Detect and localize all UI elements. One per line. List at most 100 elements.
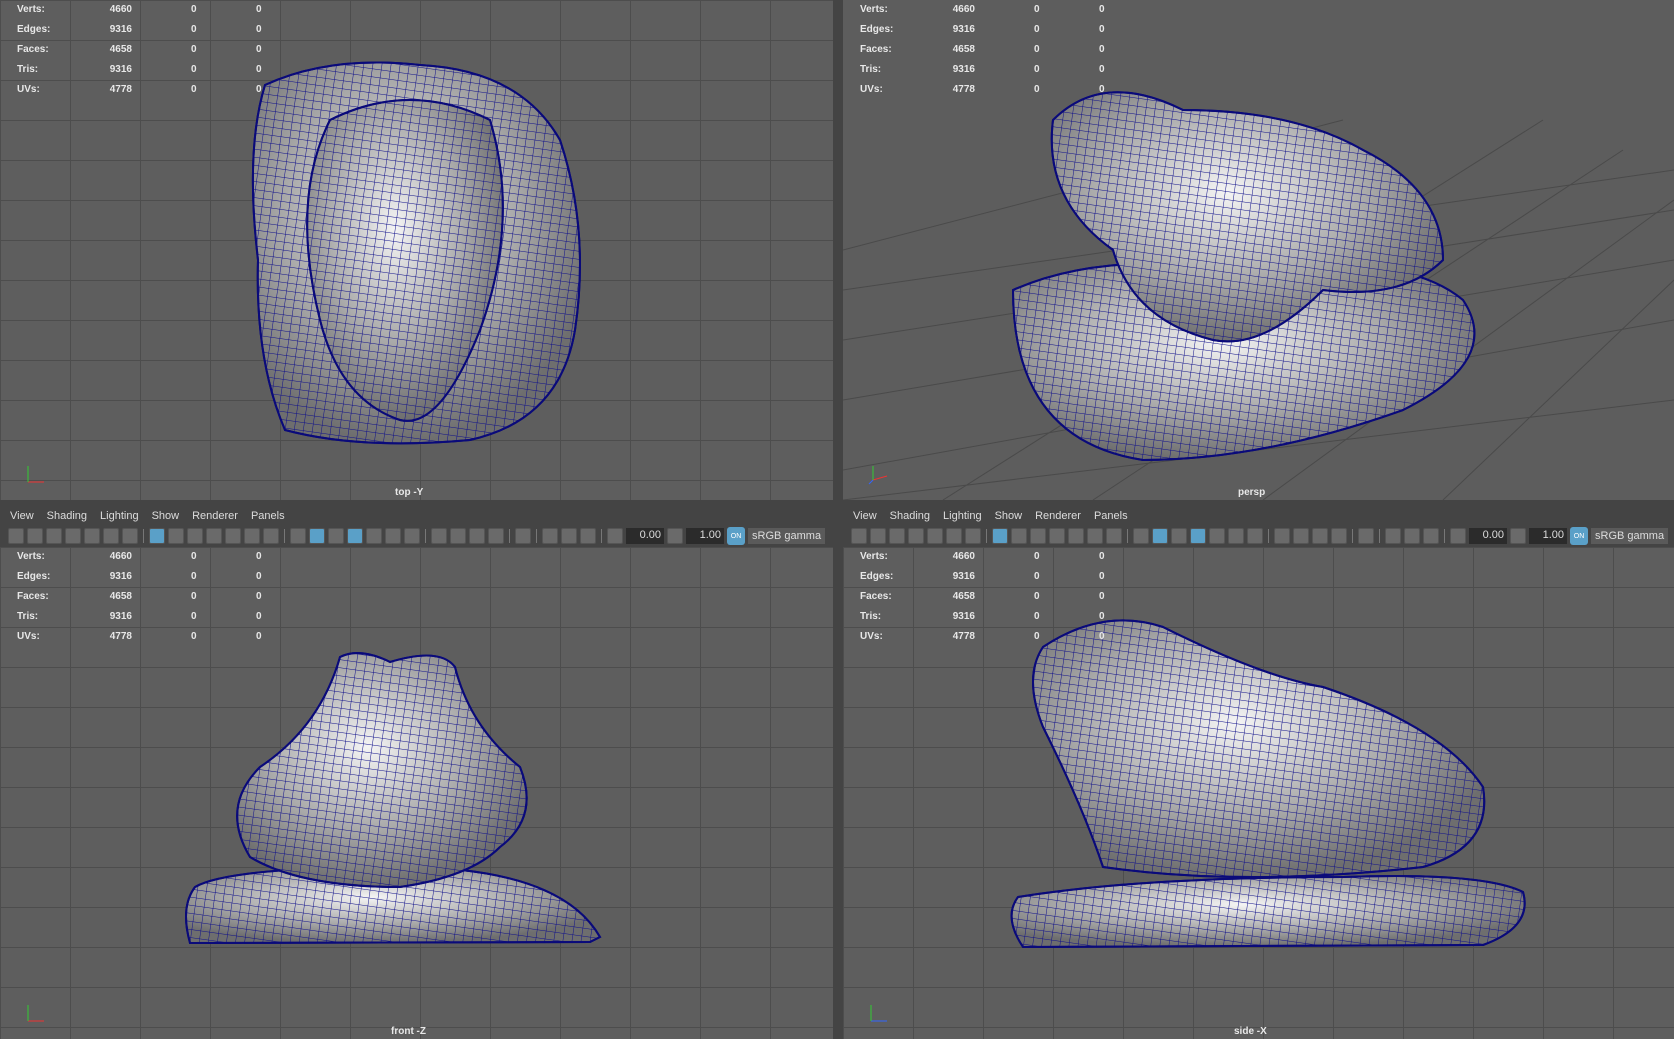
safe-title-icon[interactable] bbox=[1106, 528, 1122, 544]
menu-shading[interactable]: Shading bbox=[890, 510, 930, 522]
grid-icon[interactable] bbox=[149, 528, 165, 544]
wireframe-on-shaded-icon[interactable] bbox=[1190, 528, 1206, 544]
smooth-shade-icon[interactable] bbox=[1152, 528, 1168, 544]
image-plane-icon[interactable] bbox=[84, 528, 100, 544]
viewport-front[interactable]: Verts: 4660 0 0 Edges: 9316 0 0 Faces: 4658 0 0 Tris… bbox=[0, 547, 833, 1039]
depth-of-field-icon[interactable] bbox=[1331, 528, 1347, 544]
flat-shade-icon[interactable] bbox=[1171, 528, 1187, 544]
wireframe-icon[interactable] bbox=[1133, 528, 1149, 544]
gamma-icon[interactable] bbox=[1510, 528, 1526, 544]
viewport-top[interactable]: Verts: 4660 0 0 Edges: 9316 0 0 Faces: 4658 0 0 Tris… bbox=[0, 0, 833, 500]
isolate-select-icon[interactable] bbox=[515, 528, 531, 544]
resolution-gate-icon[interactable] bbox=[187, 528, 203, 544]
menu-renderer[interactable]: Renderer bbox=[192, 510, 238, 522]
depth-of-field-icon[interactable] bbox=[488, 528, 504, 544]
2d-pan-icon[interactable] bbox=[103, 528, 119, 544]
shadows-icon[interactable] bbox=[404, 528, 420, 544]
stat-a: 0 bbox=[1034, 24, 1040, 35]
viewport-label: front -Z bbox=[391, 1026, 426, 1037]
safe-title-icon[interactable] bbox=[263, 528, 279, 544]
xray-active-icon[interactable] bbox=[561, 528, 577, 544]
safe-action-icon[interactable] bbox=[244, 528, 260, 544]
camera-attr-icon[interactable] bbox=[889, 528, 905, 544]
color-space-dropdown[interactable]: sRGB gamma bbox=[748, 528, 826, 544]
stat-row: Tris: 9316 0 0 bbox=[0, 60, 270, 80]
menu-panels[interactable]: Panels bbox=[1094, 510, 1128, 522]
gamma-field[interactable]: 1.00 bbox=[686, 528, 724, 544]
backface-icon[interactable] bbox=[580, 528, 596, 544]
antialias-icon[interactable] bbox=[469, 528, 485, 544]
xray-joints-icon[interactable] bbox=[1385, 528, 1401, 544]
stat-a: 0 bbox=[1034, 571, 1040, 582]
gamma-icon[interactable] bbox=[667, 528, 683, 544]
exposure-field[interactable]: 0.00 bbox=[626, 528, 664, 544]
lights-icon[interactable] bbox=[385, 528, 401, 544]
stat-value: 9316 bbox=[952, 64, 975, 75]
menu-lighting[interactable]: Lighting bbox=[100, 510, 139, 522]
stat-row: Edges: 9316 0 0 bbox=[0, 20, 270, 40]
stat-row: Verts: 4660 0 0 bbox=[843, 0, 1113, 20]
exposure-icon[interactable] bbox=[1450, 528, 1466, 544]
xray-icon[interactable] bbox=[366, 528, 382, 544]
gamma-field[interactable]: 1.00 bbox=[1529, 528, 1567, 544]
grease-pencil-icon[interactable] bbox=[965, 528, 981, 544]
exposure-icon[interactable] bbox=[607, 528, 623, 544]
viewport-side[interactable]: Verts: 4660 0 0 Edges: 9316 0 0 Faces: 4658 0 0 Tris… bbox=[843, 547, 1674, 1039]
menu-show[interactable]: Show bbox=[152, 510, 180, 522]
camera-icon[interactable] bbox=[851, 528, 867, 544]
gate-mask-icon[interactable] bbox=[206, 528, 222, 544]
menu-view[interactable]: View bbox=[10, 510, 34, 522]
stat-b: 0 bbox=[1099, 631, 1105, 642]
color-management-toggle[interactable]: ON bbox=[727, 527, 745, 545]
menu-panels[interactable]: Panels bbox=[251, 510, 285, 522]
camera-icon[interactable] bbox=[8, 528, 24, 544]
film-gate-icon[interactable] bbox=[168, 528, 184, 544]
wireframe-icon[interactable] bbox=[290, 528, 306, 544]
shadows-icon[interactable] bbox=[1247, 528, 1263, 544]
resolution-gate-icon[interactable] bbox=[1030, 528, 1046, 544]
menu-lighting[interactable]: Lighting bbox=[943, 510, 982, 522]
image-plane-icon[interactable] bbox=[927, 528, 943, 544]
lock-camera-icon[interactable] bbox=[27, 528, 43, 544]
flat-shade-icon[interactable] bbox=[328, 528, 344, 544]
2d-pan-icon[interactable] bbox=[946, 528, 962, 544]
safe-action-icon[interactable] bbox=[1087, 528, 1103, 544]
wireframe-on-shaded-icon[interactable] bbox=[347, 528, 363, 544]
lock-camera-icon[interactable] bbox=[870, 528, 886, 544]
motion-blur-icon[interactable] bbox=[1293, 528, 1309, 544]
xray-icon[interactable] bbox=[1209, 528, 1225, 544]
ambient-occlusion-icon[interactable] bbox=[431, 528, 447, 544]
film-gate-icon[interactable] bbox=[1011, 528, 1027, 544]
smooth-shade-icon[interactable] bbox=[309, 528, 325, 544]
antialias-icon[interactable] bbox=[1312, 528, 1328, 544]
stat-b: 0 bbox=[256, 611, 262, 622]
bookmark-icon[interactable] bbox=[65, 528, 81, 544]
menu-view[interactable]: View bbox=[853, 510, 877, 522]
viewport-persp[interactable]: Verts: 4660 0 0 Edges: 9316 0 0 Faces: 4658 0 0 Tris… bbox=[843, 0, 1674, 500]
bookmark-icon[interactable] bbox=[908, 528, 924, 544]
backface-icon[interactable] bbox=[1423, 528, 1439, 544]
menu-show[interactable]: Show bbox=[995, 510, 1023, 522]
lights-icon[interactable] bbox=[1228, 528, 1244, 544]
menu-shading[interactable]: Shading bbox=[47, 510, 87, 522]
field-chart-icon[interactable] bbox=[1068, 528, 1084, 544]
color-space-dropdown[interactable]: sRGB gamma bbox=[1591, 528, 1669, 544]
motion-blur-icon[interactable] bbox=[450, 528, 466, 544]
field-chart-icon[interactable] bbox=[225, 528, 241, 544]
stat-a: 0 bbox=[1034, 631, 1040, 642]
grid-icon[interactable] bbox=[992, 528, 1008, 544]
xray-active-icon[interactable] bbox=[1404, 528, 1420, 544]
menu-renderer[interactable]: Renderer bbox=[1035, 510, 1081, 522]
gate-mask-icon[interactable] bbox=[1049, 528, 1065, 544]
color-management-toggle[interactable]: ON bbox=[1570, 527, 1588, 545]
stat-b: 0 bbox=[256, 631, 262, 642]
ambient-occlusion-icon[interactable] bbox=[1274, 528, 1290, 544]
grease-pencil-icon[interactable] bbox=[122, 528, 138, 544]
stat-a: 0 bbox=[191, 611, 197, 622]
isolate-select-icon[interactable] bbox=[1358, 528, 1374, 544]
exposure-field[interactable]: 0.00 bbox=[1469, 528, 1507, 544]
stat-label: Edges: bbox=[17, 24, 51, 35]
stat-row: Verts: 4660 0 0 bbox=[0, 0, 270, 20]
xray-joints-icon[interactable] bbox=[542, 528, 558, 544]
camera-attr-icon[interactable] bbox=[46, 528, 62, 544]
